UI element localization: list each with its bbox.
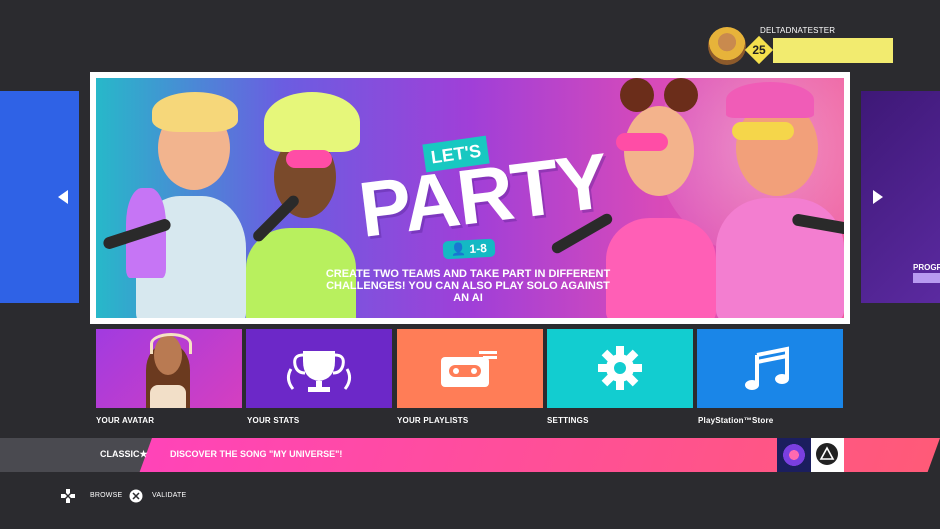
profile-header[interactable]: 25 DELTADNATESTER <box>708 24 898 68</box>
character-3-head <box>624 106 694 196</box>
character-2-hat <box>264 92 360 152</box>
browse-hint: BROWSE <box>90 492 123 499</box>
character-4-glasses <box>732 122 794 140</box>
tile-settings[interactable] <box>547 329 693 408</box>
avatar-portrait <box>140 331 196 408</box>
tile-label-settings: SETTINGS <box>547 416 589 425</box>
tile-your-avatar[interactable] <box>96 329 242 408</box>
character-2-glasses <box>286 150 332 168</box>
tile-your-stats[interactable] <box>246 329 392 408</box>
party-description: Create two teams and take part in differ… <box>325 268 611 304</box>
character-4-body <box>716 198 844 318</box>
gear-icon <box>598 346 642 390</box>
character-3-body <box>606 218 716 318</box>
character-4-cap <box>726 82 814 118</box>
next-panel-label: PROGR <box>913 263 940 272</box>
validate-hint: VALIDATE <box>152 492 187 499</box>
music-note-icon <box>745 346 789 390</box>
song-thumbnail <box>777 438 811 472</box>
tile-label-your-stats: YOUR STATS <box>247 416 300 425</box>
ticker-message: DISCOVER THE SONG "MY UNIVERSE"! <box>170 449 343 459</box>
trophy-icon <box>286 351 352 392</box>
arrow-right-icon[interactable] <box>873 190 883 204</box>
player-count: 1-8 <box>469 241 488 256</box>
banner-artwork: LET'S PARTY 👤 1-8 Create two teams and t… <box>96 78 844 318</box>
tile-label-your-playlists: YOUR PLAYLISTS <box>397 416 469 425</box>
level-number: 25 <box>752 43 766 57</box>
character-3-bun-left <box>620 78 654 112</box>
player-count-badge: 👤 1-8 <box>442 238 496 260</box>
character-1-hair <box>152 92 238 132</box>
news-ticker[interactable]: CLASSIC★ DISCOVER THE SONG "MY UNIVERSE"… <box>0 438 940 472</box>
classic-mode-label: CLASSIC★ <box>100 449 148 459</box>
character-3-bun-right <box>664 78 698 112</box>
name-bar <box>773 38 893 63</box>
tile-label-your-avatar: YOUR AVATAR <box>96 416 155 425</box>
profile-avatar <box>708 27 746 65</box>
next-panel-bar <box>913 273 940 283</box>
character-3-glasses <box>616 133 668 151</box>
tile-label-playstation-store: PlayStation™Store <box>698 416 774 425</box>
tile-playstation-store[interactable] <box>697 329 843 408</box>
party-mode-banner[interactable]: LET'S PARTY 👤 1-8 Create two teams and t… <box>90 72 850 324</box>
arrow-left-icon[interactable] <box>58 190 68 204</box>
username: DELTADNATESTER <box>760 26 836 35</box>
dpad-icon <box>61 489 75 503</box>
triangle-button[interactable] <box>811 438 844 472</box>
cross-button-icon <box>129 489 143 503</box>
cassette-icon <box>441 351 497 387</box>
triangle-button-icon <box>816 443 838 465</box>
player-icon: 👤 <box>450 242 467 257</box>
tile-your-playlists[interactable] <box>397 329 543 408</box>
